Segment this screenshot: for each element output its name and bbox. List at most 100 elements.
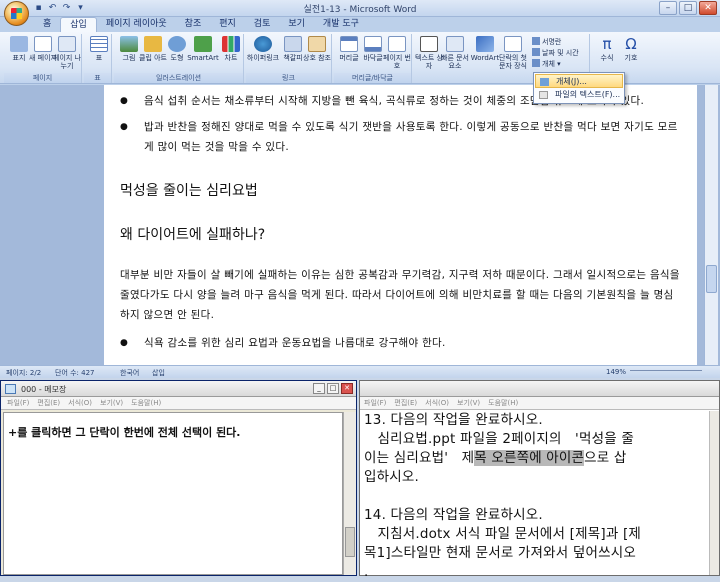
page-number-button[interactable]: 페이지 번호	[382, 36, 412, 70]
quick-parts-button[interactable]: 빠른 문서 요소	[440, 36, 470, 70]
zoom-slider[interactable]	[630, 370, 702, 376]
hyperlink-button[interactable]: 하이퍼링크	[246, 36, 280, 62]
viewer-menu-format[interactable]: 서식(O)	[425, 397, 449, 409]
smartart-icon	[194, 36, 212, 52]
viewer-menu-edit[interactable]: 편집(E)	[394, 397, 417, 409]
body-paragraph: 대부분 비만 자들이 살 빼기에 실패하는 이유는 심한 공복감과 무기력감, …	[120, 269, 680, 321]
notepad-menu-help[interactable]: 도움말(H)	[131, 397, 161, 409]
quick-access-toolbar: ▪ ↶ ↷ ▾	[33, 3, 86, 15]
task-13-title: 13. 다음의 작업을 완료하시오.	[364, 412, 543, 428]
shapes-icon	[168, 36, 186, 52]
drop-cap-button[interactable]: 단락의 첫 문자 장식	[498, 36, 528, 70]
page-number-icon	[388, 36, 406, 52]
smartart-button[interactable]: SmartArt	[186, 36, 220, 62]
status-language[interactable]: 한국어	[120, 368, 139, 378]
tab-page-layout[interactable]: 페이지 레이아웃	[97, 17, 176, 32]
customize-icon[interactable]: ▾	[75, 3, 86, 14]
tab-review[interactable]: 검토	[245, 17, 280, 32]
undo-icon[interactable]: ↶	[47, 3, 58, 14]
document-page[interactable]: 음식 섭취 순서는 채소류부터 시작해 지방을 뺀 육식, 곡식류로 정하는 것…	[104, 85, 697, 365]
pi-icon: π	[602, 35, 612, 53]
viewer-text-area[interactable]: 13. 다음의 작업을 완료하시오. 심리요법.ppt 파일을 2페이지의 '먹…	[364, 411, 710, 580]
task-13-line: 심리요법.ppt 파일을 2페이지의 '먹성을 줄	[364, 431, 634, 447]
object-dropdown-menu: 개체(J)... 파일의 텍스트(F)...	[533, 72, 625, 104]
left-margin-area	[0, 85, 104, 365]
blank-page-icon	[34, 36, 52, 52]
selected-text: 목 오른쪽에 아이콘	[474, 450, 585, 466]
notepad-scrollbar[interactable]	[343, 412, 356, 575]
table-icon	[90, 36, 108, 52]
drop-cap-icon	[504, 36, 522, 52]
table-button[interactable]: 표	[84, 36, 114, 62]
picture-icon	[120, 36, 138, 52]
heading-paragraph: 왜 다이어트에 실패하나?	[120, 227, 266, 243]
maximize-button[interactable]: □	[679, 1, 697, 15]
status-insert-mode[interactable]: 삽입	[152, 368, 165, 378]
notepad-window-controls: _ □ ✕	[313, 383, 353, 394]
viewer-scrollbar[interactable]	[709, 411, 719, 575]
status-words[interactable]: 단어 수: 427	[55, 368, 95, 378]
chart-icon	[222, 36, 240, 52]
task-13-line: 이는 심리요법' 제목 오른쪽에 아이콘으로 삽	[364, 450, 627, 466]
document-body: 음식 섭취 순서는 채소류부터 시작해 지방을 뺀 육식, 곡식류로 정하는 것…	[120, 91, 680, 353]
office-button[interactable]	[4, 1, 29, 26]
notepad-text-area[interactable]: +를 클릭하면 그 단락이 한번에 전체 선택이 된다.	[3, 412, 343, 575]
notepad-menu-file[interactable]: 파일(F)	[7, 397, 29, 409]
group-label-header-footer: 머리글/바닥글	[334, 73, 411, 83]
task-viewer-window: 파일(F) 편집(E) 서식(O) 보기(V) 도움말(H) 13. 다음의 작…	[359, 380, 720, 580]
menu-item-text-from-file[interactable]: 파일의 텍스트(F)...	[535, 88, 623, 102]
redo-icon[interactable]: ↷	[61, 3, 72, 14]
viewer-menu-file[interactable]: 파일(F)	[364, 397, 386, 409]
omega-icon: Ω	[625, 35, 637, 53]
group-label-illustrations: 일러스트레이션	[114, 73, 243, 83]
notepad-close-button[interactable]: ✕	[341, 383, 353, 394]
notepad-scroll-thumb[interactable]	[345, 527, 355, 557]
tab-insert[interactable]: 삽입	[60, 17, 97, 32]
close-button[interactable]: ✕	[699, 1, 717, 15]
group-label-table: 표	[84, 73, 111, 83]
tab-mailings[interactable]: 편지	[210, 17, 245, 32]
group-table: 표 표	[84, 34, 112, 83]
footer-icon	[364, 36, 382, 52]
menu-item-object[interactable]: 개체(J)...	[535, 74, 623, 88]
group-header-footer: 머리글 바닥글 페이지 번호 머리글/바닥글	[334, 34, 412, 83]
cross-reference-icon	[308, 36, 326, 52]
wordart-button[interactable]: WordArt	[468, 36, 502, 62]
tab-references[interactable]: 참조	[176, 17, 211, 32]
text-box-icon	[420, 36, 438, 52]
clip-art-icon	[144, 36, 162, 52]
office-logo-icon	[11, 8, 22, 19]
tab-view[interactable]: 보기	[279, 17, 314, 32]
date-time-button[interactable]: 날짜 및 시간	[532, 48, 579, 58]
viewer-menu-view[interactable]: 보기(V)	[457, 397, 480, 409]
viewer-title-bar	[360, 381, 719, 397]
viewer-menu-bar: 파일(F) 편집(E) 서식(O) 보기(V) 도움말(H)	[360, 397, 719, 410]
symbol-button[interactable]: Ω 기호	[616, 36, 646, 62]
task-14-title: 14. 다음의 작업을 완료하시오.	[364, 507, 543, 523]
object-button[interactable]: 개체 ▾	[532, 59, 561, 69]
notepad-menu-format[interactable]: 서식(O)	[68, 397, 92, 409]
minimize-button[interactable]: –	[659, 1, 677, 15]
notepad-minimize-button[interactable]: _	[313, 383, 325, 394]
viewer-menu-help[interactable]: 도움말(H)	[488, 397, 518, 409]
wordart-icon	[476, 36, 494, 52]
tab-developer[interactable]: 개발 도구	[314, 17, 368, 32]
cross-reference-button[interactable]: 상호 참조	[302, 36, 332, 62]
chart-button[interactable]: 차트	[216, 36, 246, 62]
signature-line-button[interactable]: 서명란	[532, 37, 561, 47]
task-14-line: .	[364, 564, 369, 580]
bookmark-icon	[284, 36, 302, 52]
notepad-menu-edit[interactable]: 편집(E)	[37, 397, 60, 409]
notepad-maximize-button[interactable]: □	[327, 383, 339, 394]
window-title: 실전1-13 - Microsoft Word	[303, 5, 417, 15]
group-label-pages: 페이지	[4, 73, 81, 83]
tab-home[interactable]: 홈	[34, 17, 60, 32]
status-page[interactable]: 페이지: 2/2	[6, 368, 41, 378]
page-break-button[interactable]: 페이지 나누기	[52, 36, 82, 70]
vertical-scrollbar[interactable]	[704, 85, 718, 365]
notepad-menu-view[interactable]: 보기(V)	[100, 397, 123, 409]
scroll-thumb[interactable]	[706, 265, 717, 293]
save-icon[interactable]: ▪	[33, 3, 44, 14]
zoom-level[interactable]: 149%	[606, 368, 626, 376]
notepad-window: 000 - 메모장 _ □ ✕ 파일(F) 편집(E) 서식(O) 보기(V) …	[0, 380, 357, 576]
